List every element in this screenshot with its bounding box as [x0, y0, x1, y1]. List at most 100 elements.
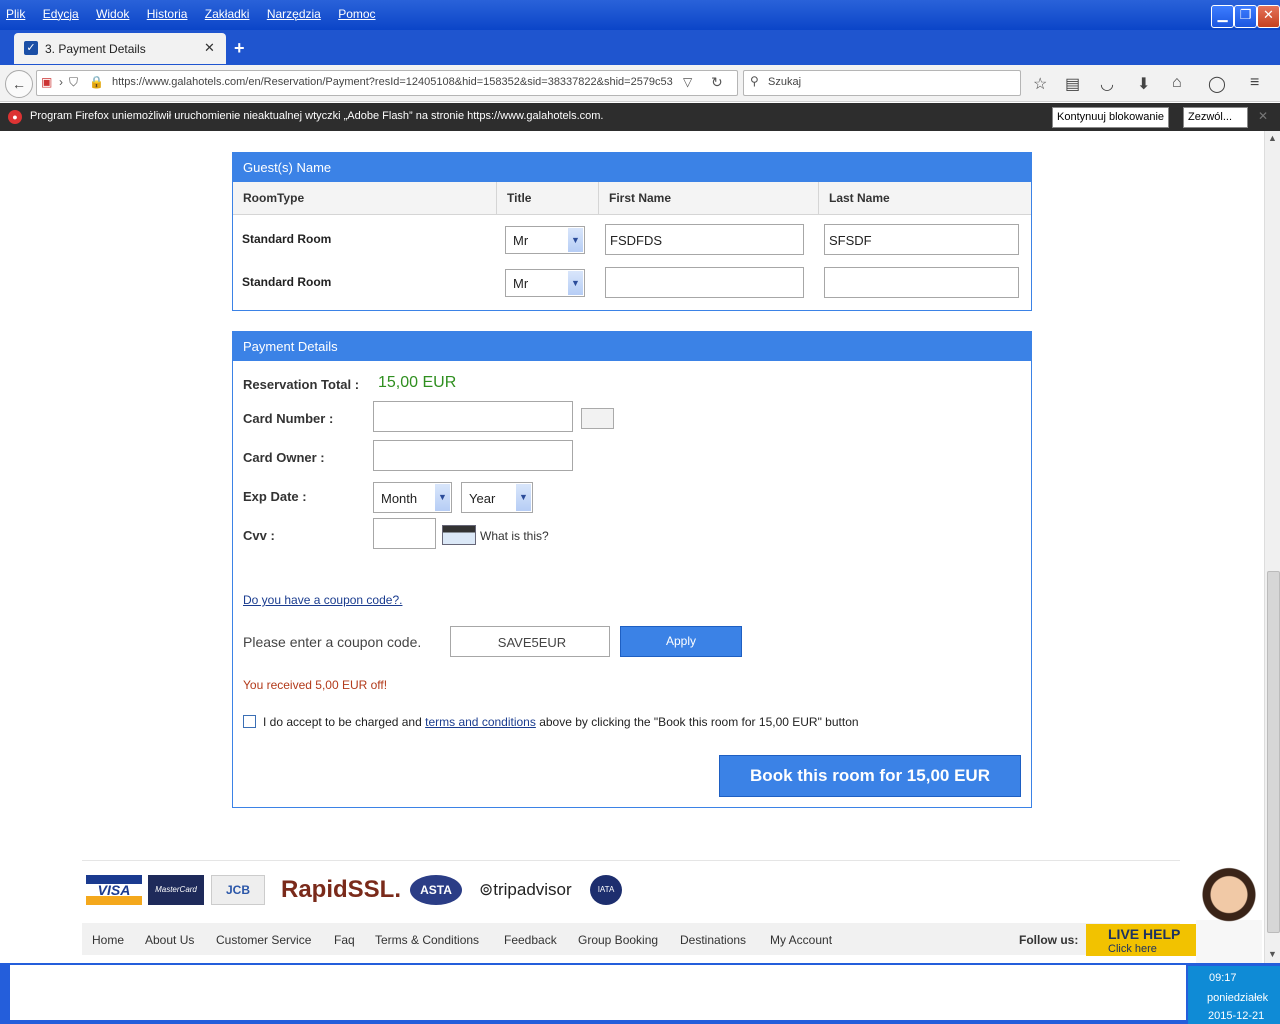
plugin-notification-bar: ● Program Firefox uniemożliwił uruchomie… — [0, 103, 1280, 131]
download-icon[interactable]: ⬇ — [1137, 74, 1150, 94]
discount-message: You received 5,00 EUR off! — [243, 678, 388, 692]
col-last-name: Last Name — [818, 182, 1031, 215]
card-owner-input[interactable] — [373, 440, 573, 471]
toolbox-icon[interactable]: ▣ — [41, 75, 52, 89]
visa-logo: VISA — [86, 875, 142, 905]
room-type-1: Standard Room — [242, 232, 332, 246]
menu-widok[interactable]: Widok — [96, 7, 129, 21]
col-roomtype: RoomType — [233, 182, 497, 215]
cvv-input[interactable] — [373, 518, 436, 549]
notification-text: Program Firefox uniemożliwił uruchomieni… — [30, 110, 604, 122]
menu-edycja[interactable]: Edycja — [43, 7, 79, 21]
checkmark-favicon-icon: ✓ — [24, 41, 38, 55]
footer-link-terms[interactable]: Terms & Conditions — [375, 933, 479, 947]
reload-icon[interactable]: ↻ — [711, 74, 723, 91]
system-tray: 09:17 poniedziałek 2015-12-21 — [1188, 966, 1280, 1024]
coupon-code-link[interactable]: Do you have a coupon code?. — [243, 593, 402, 607]
terms-pre: I do accept to be charged and — [263, 715, 426, 729]
rapidssl-logo: RapidSSL. — [281, 876, 402, 903]
dropdown-arrow-icon[interactable]: ▽ — [683, 75, 692, 89]
menu-bar: Plik Edycja Widok Historia Zakładki Narz… — [6, 7, 390, 21]
reading-list-icon[interactable]: ▤ — [1065, 74, 1080, 94]
footer-link-destinations[interactable]: Destinations — [680, 933, 746, 947]
payment-panel: Payment Details Reservation Total : 15,0… — [232, 331, 1032, 808]
page-scrollbar[interactable]: ▲ ▼ — [1264, 131, 1280, 963]
footer-link-customer-service[interactable]: Customer Service — [216, 933, 311, 947]
shield-icon[interactable]: ⛉ — [69, 75, 78, 90]
close-notification-icon[interactable]: ✕ — [1258, 109, 1268, 123]
bookmark-star-icon[interactable]: ☆ — [1033, 74, 1047, 94]
footer-link-group-booking[interactable]: Group Booking — [578, 933, 658, 947]
support-agent-image[interactable] — [1196, 864, 1262, 963]
chat-icon[interactable]: ◯ — [1208, 74, 1226, 94]
close-window-button[interactable]: ✕ — [1257, 5, 1280, 28]
navigation-bar: ← ▣ › ⛉ 🔒 https://www.galahotels.com/en/… — [0, 65, 1280, 102]
terms-checkbox[interactable] — [243, 715, 256, 728]
footer-link-home[interactable]: Home — [92, 933, 124, 947]
hamburger-menu-icon[interactable]: ≡ — [1250, 74, 1259, 92]
allow-button[interactable]: Zezwól... — [1183, 107, 1248, 128]
card-type-icon — [581, 408, 614, 429]
pocket-icon[interactable]: ◡ — [1100, 74, 1114, 94]
search-bar[interactable]: ⚲ Szukaj — [743, 70, 1021, 96]
first-name-input-1[interactable]: FSDFDS — [605, 224, 804, 255]
new-tab-icon[interactable]: + — [234, 38, 245, 59]
minimize-button[interactable]: ▁ — [1211, 5, 1234, 28]
follow-us-label: Follow us: — [1019, 933, 1079, 947]
terms-link[interactable]: terms and conditions — [425, 715, 536, 729]
chevron-down-icon: ▼ — [516, 484, 531, 511]
footer-link-my-account[interactable]: My Account — [770, 933, 832, 947]
guests-panel: Guest(s) Name RoomType Title First Name … — [232, 152, 1032, 311]
tab-payment-details[interactable]: ✓ 3. Payment Details ✕ — [14, 33, 226, 64]
last-name-input-2[interactable] — [824, 267, 1019, 298]
scroll-down-icon[interactable]: ▼ — [1268, 949, 1277, 959]
search-placeholder: Szukaj — [768, 76, 802, 88]
footer-divider — [82, 860, 1180, 861]
url-text[interactable]: https://www.galahotels.com/en/Reservatio… — [112, 76, 687, 88]
page-content: Guest(s) Name RoomType Title First Name … — [0, 131, 1264, 963]
taskbar-overlay — [10, 965, 1186, 1020]
title-select-1-value: Mr — [513, 233, 529, 248]
chevron-down-icon: ▼ — [568, 271, 583, 295]
footer-link-faq[interactable]: Faq — [334, 933, 355, 947]
home-icon[interactable]: ⌂ — [1172, 74, 1182, 92]
payment-heading: Payment Details — [233, 332, 1031, 361]
visa-logo-text: VISA — [97, 882, 131, 898]
tripadvisor-logo-text: tripadvisor — [493, 880, 572, 899]
menu-plik[interactable]: Plik — [6, 7, 25, 21]
what-is-this-text[interactable]: What is this? — [480, 529, 549, 543]
last-name-input-1[interactable]: SFSDF — [824, 224, 1019, 255]
apply-coupon-button[interactable]: Apply — [620, 626, 742, 657]
scroll-up-icon[interactable]: ▲ — [1268, 133, 1277, 143]
title-select-2-value: Mr — [513, 276, 529, 291]
chevron-right-icon: › — [59, 75, 63, 89]
first-name-input-2[interactable] — [605, 267, 804, 298]
coupon-input[interactable]: SAVE5EUR — [450, 626, 610, 657]
card-number-input[interactable] — [373, 401, 573, 432]
footer-link-feedback[interactable]: Feedback — [504, 933, 557, 947]
footer-link-about[interactable]: About Us — [145, 933, 194, 947]
back-arrow-icon[interactable]: ← — [5, 70, 33, 98]
tripadvisor-logo: ⊚tripadvisor — [479, 875, 585, 905]
clock-time[interactable]: 09:17 — [1209, 972, 1237, 984]
menu-historia[interactable]: Historia — [147, 7, 188, 21]
title-select-1[interactable]: Mr ▼ — [505, 226, 585, 254]
url-bar[interactable]: ▣ › ⛉ 🔒 https://www.galahotels.com/en/Re… — [36, 70, 738, 96]
tab-close-icon[interactable]: ✕ — [204, 40, 215, 56]
live-help-sub: Click here — [1108, 943, 1157, 953]
exp-year-select[interactable]: Year ▼ — [461, 482, 533, 513]
title-select-2[interactable]: Mr ▼ — [505, 269, 585, 297]
menu-pomoc[interactable]: Pomoc — [338, 7, 375, 21]
menu-narzedzia[interactable]: Narzędzia — [267, 7, 321, 21]
lock-icon[interactable]: 🔒 — [89, 75, 104, 89]
continue-blocking-button[interactable]: Kontynuuj blokowanie — [1052, 107, 1170, 128]
coupon-prompt: Please enter a coupon code. — [243, 634, 422, 650]
book-room-button[interactable]: Book this room for 15,00 EUR — [719, 755, 1021, 797]
scroll-thumb[interactable] — [1267, 571, 1280, 933]
tab-title: 3. Payment Details — [45, 42, 146, 56]
asta-logo: ASTA — [410, 875, 462, 905]
menu-zakladki[interactable]: Zakładki — [205, 7, 250, 21]
restore-button[interactable]: ❐ — [1234, 5, 1257, 28]
exp-month-select[interactable]: Month ▼ — [373, 482, 452, 513]
exp-year-value: Year — [469, 491, 496, 506]
